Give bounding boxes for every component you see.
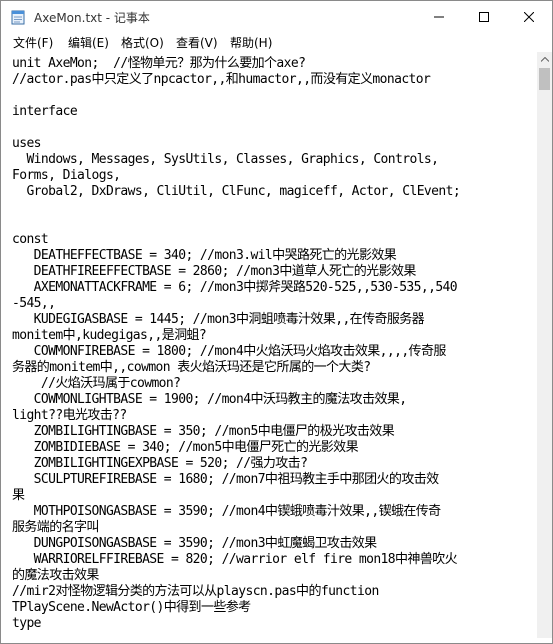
menu-edit[interactable]: 编辑(E) bbox=[68, 34, 109, 51]
window-title: AxeMon.txt - 记事本 bbox=[34, 11, 150, 25]
text-line: monitem中,kudegigas,,是洞蛆? bbox=[12, 328, 207, 343]
text-line: KUDEGIGASBASE = 1445; //mon3中洞蛆喷毒汁效果,,在传… bbox=[12, 312, 425, 327]
notepad-window: AxeMon.txt - 记事本 文件(F) 编辑(E) 格式(O) 查看(V)… bbox=[0, 0, 553, 644]
close-icon bbox=[524, 11, 534, 22]
text-line: 服务端的名字叫 bbox=[12, 520, 99, 535]
menu-format[interactable]: 格式(O) bbox=[121, 34, 164, 51]
text-line: //火焰沃玛属于cowmon? bbox=[12, 376, 181, 391]
text-line: ZOMBIDIEBASE = 340; //mon5中电僵尸死亡的光影效果 bbox=[12, 440, 359, 455]
text-line: AXEMONATTACKFRAME = 6; //mon3中掷斧哭路520-52… bbox=[12, 280, 458, 295]
text-line: DUNGPOISONGASBASE = 3590; //mon3中虹魔蝎卫攻击效… bbox=[12, 536, 377, 551]
text-line: unit AxeMon; //怪物单元？那为什么要加个axe? bbox=[12, 56, 306, 71]
text-line: Grobal2, DxDraws, CliUtil, ClFunc, magic… bbox=[12, 184, 461, 199]
maximize-button[interactable] bbox=[461, 1, 507, 32]
text-line: uses bbox=[12, 136, 42, 151]
close-button[interactable] bbox=[506, 1, 552, 32]
text-line: -545,, bbox=[12, 296, 56, 311]
text-line: 果 bbox=[12, 488, 25, 503]
scroll-up-button[interactable] bbox=[537, 52, 552, 67]
text-line: MOTHPOISONGASBASE = 3590; //mon4中锲蛾喷毒汁效果… bbox=[12, 504, 442, 519]
text-line: DEATHFIREEFFECTBASE = 2860; //mon3中道草人死亡… bbox=[12, 264, 417, 279]
text-line: interface bbox=[12, 104, 78, 119]
text-line: 的魔法攻击效果 bbox=[12, 568, 99, 583]
text-line: ZOMBILIGHTINGEXPBASE = 520; //强力攻击? bbox=[12, 456, 308, 471]
vertical-scrollbar[interactable] bbox=[537, 52, 552, 638]
text-line: Windows, Messages, SysUtils, Classes, Gr… bbox=[12, 152, 439, 167]
chevron-up-icon bbox=[540, 57, 549, 62]
title-bar[interactable]: AxeMon.txt - 记事本 bbox=[1, 1, 552, 32]
text-line: TPlayScene.NewActor()中得到一些参考 bbox=[12, 600, 251, 615]
text-line: 务器的monitem中,,cowmon 表火焰沃玛还是它所属的一个大类? bbox=[12, 360, 371, 375]
text-editor[interactable]: unit AxeMon; //怪物单元？那为什么要加个axe?//actor.p… bbox=[9, 52, 541, 638]
scrollbar-thumb[interactable] bbox=[539, 68, 550, 90]
text-line: COWMONFIREBASE = 1800; //mon4中火焰沃玛火焰攻击效果… bbox=[12, 344, 447, 359]
notepad-icon bbox=[11, 10, 25, 25]
minimize-button[interactable] bbox=[416, 1, 462, 32]
menu-help[interactable]: 帮助(H) bbox=[230, 34, 272, 51]
text-line: const bbox=[12, 232, 49, 247]
menu-view[interactable]: 查看(V) bbox=[176, 34, 218, 51]
text-line: ZOMBILIGHTINGBASE = 350; //mon5中电僵尸的极光攻击… bbox=[12, 424, 395, 439]
maximize-icon bbox=[479, 11, 489, 22]
text-line: SCULPTUREFIREBASE = 1680; //mon7中祖玛教主手中那… bbox=[12, 472, 439, 487]
text-line: Forms, Dialogs, bbox=[12, 168, 121, 183]
minimize-icon bbox=[434, 16, 444, 17]
menu-file[interactable]: 文件(F) bbox=[13, 34, 53, 51]
menu-bar: 文件(F) 编辑(E) 格式(O) 查看(V) 帮助(H) bbox=[1, 32, 552, 52]
text-line: light??电光攻击?? bbox=[12, 408, 127, 423]
text-line: WARRIORELFFIREBASE = 820; //warrior elf … bbox=[12, 552, 458, 567]
text-line: //actor.pas中只定义了npcactor,,和humactor,,而没有… bbox=[12, 72, 431, 87]
text-line: type bbox=[12, 616, 42, 631]
text-line: COWMONLIGHTBASE = 1900; //mon4中沃玛教主的魔法攻击… bbox=[12, 392, 407, 407]
text-line: DEATHEFFECTBASE = 340; //mon3.wil中哭路死亡的光… bbox=[12, 248, 397, 263]
text-line: //mir2对怪物逻辑分类的方法可以从playscn.pas中的function bbox=[12, 584, 379, 599]
